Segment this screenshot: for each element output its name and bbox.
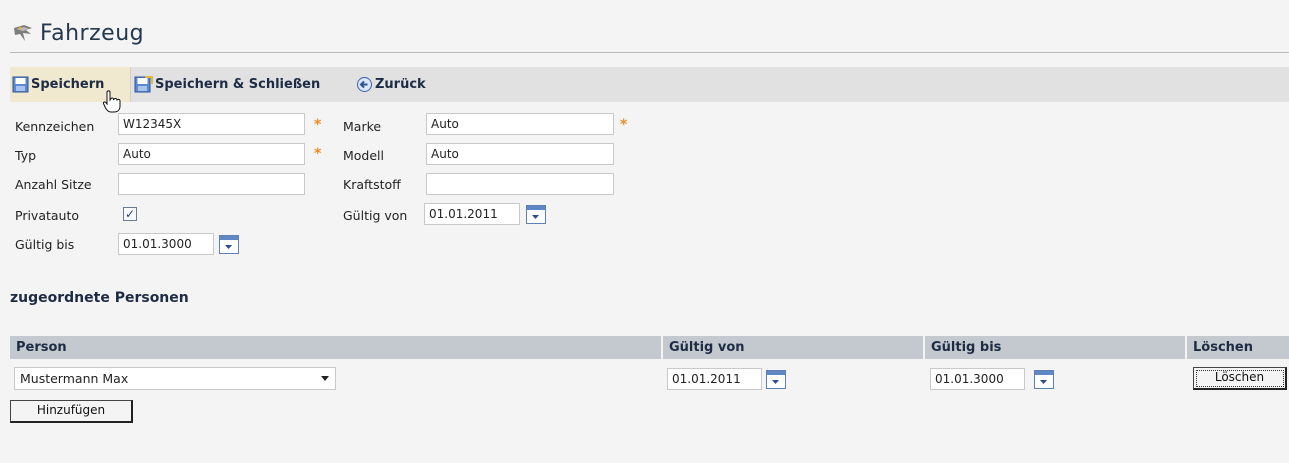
column-header-gueltig-bis: Gültig bis [925, 336, 1185, 359]
kennzeichen-required-marker: * [314, 117, 322, 133]
back-button[interactable]: Zurück [356, 67, 426, 102]
bird-logo-icon [14, 25, 32, 41]
marke-label: Marke [343, 119, 382, 134]
column-header-gueltig-von: Gültig von [663, 336, 923, 359]
kraftstoff-input[interactable] [426, 173, 614, 195]
kennzeichen-input[interactable] [118, 113, 305, 135]
add-person-button[interactable]: Hinzufügen [10, 400, 133, 423]
gueltig-bis-input[interactable] [118, 233, 214, 255]
save-icon [12, 76, 29, 93]
anzahl-sitze-label: Anzahl Sitze [15, 177, 92, 192]
gueltig-von-input[interactable] [424, 203, 520, 225]
title-divider [10, 52, 1289, 53]
section-title: zugeordnete Personen [10, 290, 189, 306]
row-gueltig-von-input[interactable] [667, 368, 762, 390]
kraftstoff-label: Kraftstoff [343, 177, 401, 192]
calendar-icon[interactable] [526, 205, 546, 224]
row-gueltig-bis-input[interactable] [930, 368, 1025, 390]
modell-label: Modell [343, 148, 385, 163]
marke-input[interactable] [426, 113, 614, 135]
gueltig-von-label: Gültig von [343, 208, 408, 223]
calendar-icon[interactable] [1034, 370, 1054, 389]
kennzeichen-label: Kennzeichen [15, 119, 95, 134]
toolbar: Speichern Speichern & Schließen Zurück [10, 67, 1289, 102]
typ-label: Typ [15, 148, 37, 163]
calendar-icon[interactable] [766, 370, 786, 389]
page-title: Fahrzeug [40, 21, 145, 46]
save-button-label: Speichern [31, 77, 105, 92]
calendar-icon[interactable] [219, 235, 239, 254]
chevron-down-icon [321, 376, 329, 381]
save-close-icon [134, 76, 153, 93]
marke-required-marker: * [620, 117, 628, 133]
delete-row-button[interactable]: Löschen [1193, 367, 1287, 390]
back-arrow-icon [357, 77, 372, 92]
hand-cursor-icon [102, 90, 121, 113]
person-select[interactable]: Mustermann Max [14, 367, 336, 390]
privatauto-checkbox[interactable]: ✓ [123, 207, 137, 221]
privatauto-label: Privatauto [15, 208, 80, 223]
person-select-value: Mustermann Max [20, 371, 129, 386]
column-header-person: Person [10, 336, 661, 359]
save-close-button-label: Speichern & Schließen [155, 77, 321, 92]
column-header-loeschen: Löschen [1187, 336, 1289, 359]
gueltig-bis-label: Gültig bis [15, 237, 75, 252]
typ-input[interactable] [118, 143, 305, 165]
anzahl-sitze-input[interactable] [118, 173, 305, 195]
back-button-label: Zurück [375, 77, 426, 92]
save-close-button[interactable]: Speichern & Schließen [134, 67, 320, 102]
typ-required-marker: * [314, 146, 322, 162]
modell-input[interactable] [426, 143, 614, 165]
